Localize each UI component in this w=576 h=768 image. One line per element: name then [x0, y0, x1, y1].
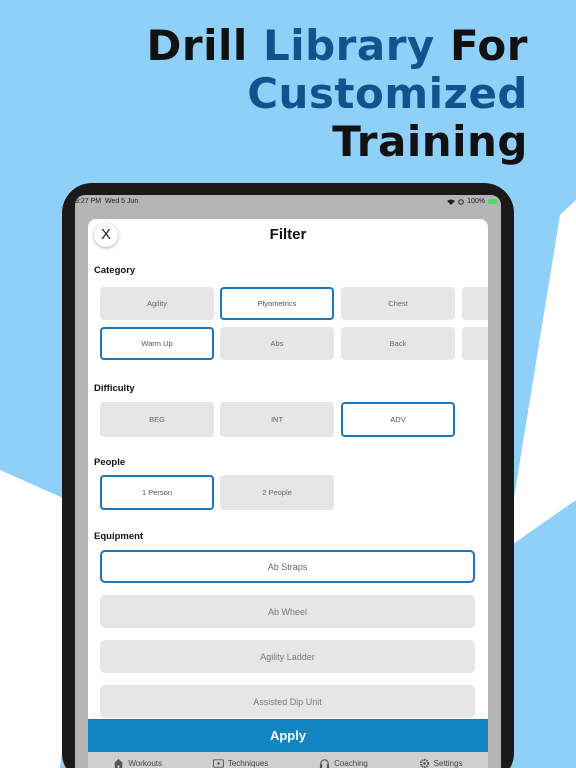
status-time: 9:27 PM — [75, 198, 102, 205]
headphones-icon — [319, 759, 330, 768]
tab-settings[interactable]: Settings — [419, 758, 463, 768]
tab-label: Settings — [433, 759, 463, 768]
headline-word-for: For — [449, 21, 528, 70]
tab-label: Workouts — [128, 759, 163, 768]
equipment-item-ab-wheel[interactable]: Ab Wheel — [100, 595, 475, 628]
category-chip-warm-up[interactable]: Warm Up — [100, 327, 214, 360]
category-chip-partial-2[interactable] — [462, 327, 488, 360]
tab-techniques[interactable]: Techniques — [212, 758, 269, 768]
headline-line-training: Training — [332, 117, 528, 166]
category-chip-chest[interactable]: Chest — [341, 287, 455, 320]
gear-icon — [419, 758, 429, 768]
people-chip-1-person[interactable]: 1 Person — [100, 475, 214, 510]
location-icon — [458, 198, 464, 205]
equipment-item-agility-ladder[interactable]: Agility Ladder — [100, 640, 475, 673]
headline: Drill Library For Customized Training — [147, 22, 528, 166]
headline-line-customized: Customized — [247, 69, 528, 118]
tab-label: Coaching — [334, 759, 368, 768]
category-chip-abs[interactable]: Abs — [220, 327, 334, 360]
play-icon — [212, 759, 224, 768]
page-title: Filter — [269, 226, 307, 243]
people-chip-2-people[interactable]: 2 People — [220, 475, 334, 510]
status-date: Wed 5 Jun — [104, 198, 139, 205]
difficulty-label: Difficulty — [94, 383, 135, 394]
home-icon — [114, 758, 124, 768]
equipment-label: Equipment — [94, 531, 144, 542]
headline-word-library: Library — [262, 21, 435, 70]
filter-sheet: X Filter Category Agility Plyometrics Ch… — [88, 219, 488, 768]
category-chip-partial[interactable] — [462, 287, 488, 320]
difficulty-chip-int[interactable]: INT — [220, 402, 334, 437]
difficulty-chip-adv[interactable]: ADV — [341, 402, 455, 437]
category-label: Category — [94, 265, 136, 276]
equipment-item-ab-straps[interactable]: Ab Straps — [100, 550, 475, 583]
category-chip-plyometrics[interactable]: Plyometrics — [220, 287, 334, 320]
headline-word-drill: Drill — [146, 21, 248, 70]
tab-workouts[interactable]: Workouts — [113, 758, 162, 768]
equipment-item-assisted-dip-unit[interactable]: Assisted Dip Unit — [100, 685, 475, 718]
apply-button[interactable]: Apply — [88, 719, 488, 752]
tab-label: Techniques — [227, 759, 269, 768]
battery-icon — [488, 199, 497, 204]
tab-coaching[interactable]: Coaching — [319, 758, 368, 768]
tab-bar: Workouts Techniques Coaching Settings — [88, 752, 488, 768]
people-label: People — [94, 457, 126, 468]
battery-percent: 100% — [467, 198, 485, 205]
tablet-screen: 9:27 PM Wed 5 Jun 100% X Filter Category… — [75, 195, 501, 768]
category-chip-agility[interactable]: Agility — [100, 287, 214, 320]
wifi-icon — [447, 199, 456, 205]
category-chip-back[interactable]: Back — [341, 327, 455, 360]
difficulty-chip-beg[interactable]: BEG — [100, 402, 214, 437]
status-bar: 9:27 PM Wed 5 Jun 100% — [75, 195, 501, 209]
